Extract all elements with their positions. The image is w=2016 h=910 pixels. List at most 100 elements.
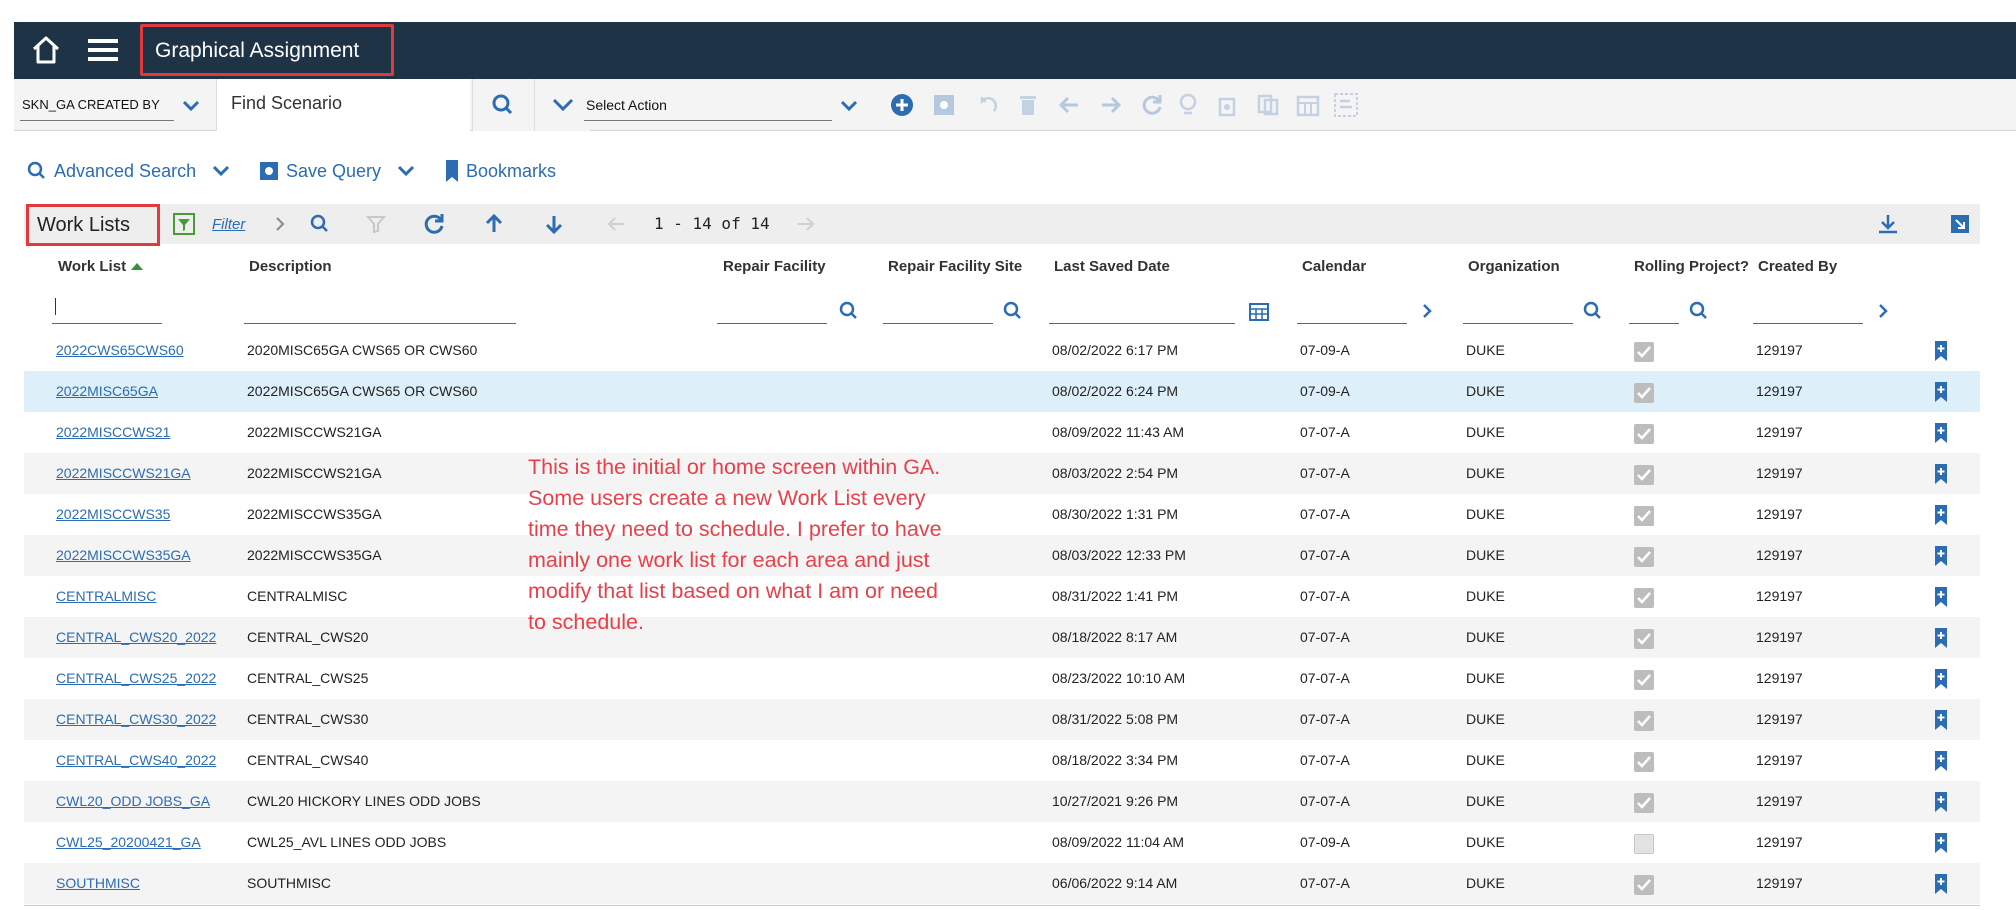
search-icon[interactable] (308, 212, 332, 236)
work-list-link[interactable]: CENTRALMISC (56, 588, 156, 604)
assign-icon[interactable] (1214, 91, 1242, 119)
table-row[interactable]: 2022MISCCWS21 2022MISCCWS21GA 08/09/2022 1… (24, 412, 1980, 453)
bookmarks-button[interactable]: Bookmarks (444, 158, 556, 184)
column-header-repair-facility-site[interactable]: Repair Facility Site (888, 258, 1022, 275)
bookmark-add-icon[interactable] (1934, 463, 1948, 485)
arrow-right-icon[interactable] (1096, 91, 1124, 119)
work-list-link[interactable]: CENTRAL_CWS25_2022 (56, 670, 216, 686)
chevron-right-icon[interactable] (268, 212, 292, 236)
column-header-description[interactable]: Description (249, 258, 332, 275)
created-by-filter-input[interactable] (1753, 296, 1863, 324)
table-row[interactable]: 2022MISCCWS35GA 2022MISCCWS35GA 08/03/2022… (24, 535, 1980, 576)
bookmark-add-icon[interactable] (1934, 422, 1948, 444)
home-icon[interactable] (28, 32, 64, 68)
table-row[interactable]: 2022MISCCWS35 2022MISCCWS35GA 08/30/2022 1… (24, 494, 1980, 535)
refresh-icon[interactable] (422, 212, 446, 236)
repair-facility-site-filter-input[interactable] (883, 296, 993, 324)
table-row[interactable]: 2022MISC65GA 2022MISC65GA CWS65 OR CWS60 0… (24, 371, 1980, 412)
work-list-link[interactable]: CENTRAL_CWS20_2022 (56, 629, 216, 645)
advanced-search-button[interactable]: Advanced Search (26, 158, 230, 184)
undo-icon[interactable] (974, 91, 1002, 119)
work-list-link[interactable]: 2022MISCCWS35 (56, 506, 170, 522)
chevron-right-icon[interactable] (1414, 298, 1440, 324)
repair-facility-filter-input[interactable] (717, 296, 827, 324)
work-list-link[interactable]: 2022MISCCWS35GA (56, 547, 191, 563)
bookmark-add-icon[interactable] (1934, 791, 1948, 813)
bookmark-add-icon[interactable] (1934, 709, 1948, 731)
rolling-project-filter-input[interactable] (1629, 296, 1679, 324)
chevron-down-icon[interactable] (840, 99, 858, 113)
chevron-down-icon[interactable] (182, 99, 200, 113)
filter-toggle-icon[interactable] (172, 212, 196, 236)
table-row[interactable]: CENTRALMISC CENTRALMISC 08/31/2022 1:41 PM… (24, 576, 1980, 617)
bookmark-add-icon[interactable] (1934, 668, 1948, 690)
hamburger-menu-icon[interactable] (86, 34, 120, 66)
bookmark-add-icon[interactable] (1934, 832, 1948, 854)
add-circle-icon[interactable] (888, 91, 916, 119)
last-saved-date-filter-input[interactable] (1049, 296, 1235, 324)
column-header-repair-facility[interactable]: Repair Facility (723, 258, 826, 275)
save-query-button[interactable]: Save Query (258, 158, 415, 184)
table-row[interactable]: CWL20_ODD JOBS_GA CWL20 HICKORY LINES ODD… (24, 781, 1980, 822)
arrow-down-icon[interactable] (542, 212, 566, 236)
work-list-link[interactable]: 2022MISCCWS21 (56, 424, 170, 440)
organization-filter-input[interactable] (1463, 296, 1573, 324)
bookmark-add-icon[interactable] (1934, 381, 1948, 403)
column-header-created-by[interactable]: Created By (1758, 258, 1837, 275)
clear-filter-icon[interactable] (364, 212, 388, 236)
work-list-link[interactable]: CENTRAL_CWS40_2022 (56, 752, 216, 768)
work-list-link[interactable]: SOUTHMISC (56, 875, 140, 891)
work-list-link[interactable]: CWL25_20200421_GA (56, 834, 201, 850)
bookmark-add-icon[interactable] (1934, 627, 1948, 649)
table-row[interactable]: CENTRAL_CWS30_2022 CENTRAL_CWS30 08/31/202… (24, 699, 1980, 740)
work-list-link[interactable]: 2022MISC65GA (56, 383, 158, 399)
table-row[interactable]: SOUTHMISC SOUTHMISC 06/06/2022 9:14 AM 07-0… (24, 863, 1980, 904)
bookmark-add-icon[interactable] (1934, 586, 1948, 608)
previous-page-icon[interactable] (604, 212, 628, 236)
table-row[interactable]: CENTRAL_CWS20_2022 CENTRAL_CWS20 08/18/202… (24, 617, 1980, 658)
description-filter-input[interactable] (244, 296, 516, 324)
scenario-filter-select[interactable]: SKN_GA CREATED BY (20, 89, 174, 121)
bookmark-add-icon[interactable] (1934, 340, 1948, 362)
bookmark-add-icon[interactable] (1934, 545, 1948, 567)
chevron-right-icon[interactable] (1870, 298, 1896, 324)
search-icon[interactable] (1580, 298, 1606, 324)
column-header-organization[interactable]: Organization (1468, 258, 1560, 275)
table-row[interactable]: CWL25_20200421_GA CWL25_AVL LINES ODD JOB… (24, 822, 1980, 863)
column-header-rolling-project[interactable]: Rolling Project? (1634, 258, 1749, 275)
work-list-filter-input[interactable] (52, 296, 162, 324)
scenario-dropdown-button[interactable] (534, 79, 590, 131)
trash-icon[interactable] (1014, 91, 1042, 119)
table-row[interactable]: CENTRAL_CWS40_2022 CENTRAL_CWS40 08/18/202… (24, 740, 1980, 781)
bookmark-add-icon[interactable] (1934, 873, 1948, 895)
search-icon[interactable] (1000, 298, 1026, 324)
table-row[interactable]: 2022MISCCWS21GA 2022MISCCWS21GA 08/03/2022… (24, 453, 1980, 494)
table-row[interactable]: 2022CWS65CWS60 2020MISC65GA CWS65 OR CWS6… (24, 330, 1980, 371)
work-list-link[interactable]: CENTRAL_CWS30_2022 (56, 711, 216, 727)
work-list-link[interactable]: 2022MISCCWS21GA (56, 465, 191, 481)
select-action-dropdown[interactable]: Select Action (584, 89, 832, 121)
column-header-calendar[interactable]: Calendar (1302, 258, 1366, 275)
search-icon[interactable] (836, 298, 862, 324)
search-icon[interactable] (1686, 298, 1712, 324)
table-row[interactable]: CENTRAL_CWS25_2022 CENTRAL_CWS25 08/23/202… (24, 658, 1980, 699)
find-scenario-input[interactable]: Find Scenario (216, 79, 470, 131)
download-icon[interactable] (1876, 212, 1900, 236)
open-scenario-icon[interactable] (930, 91, 958, 119)
collapse-panel-icon[interactable] (1948, 212, 1972, 236)
arrow-left-icon[interactable] (1056, 91, 1084, 119)
search-scenario-button[interactable] (472, 79, 534, 131)
filter-link[interactable]: Filter (212, 216, 245, 233)
work-list-link[interactable]: 2022CWS65CWS60 (56, 342, 184, 358)
work-list-link[interactable]: CWL20_ODD JOBS_GA (56, 793, 210, 809)
refresh-icon[interactable] (1138, 91, 1166, 119)
schedule-icon[interactable] (1174, 91, 1202, 119)
copy-icon[interactable] (1254, 91, 1282, 119)
bookmark-add-icon[interactable] (1934, 504, 1948, 526)
column-header-last-saved-date[interactable]: Last Saved Date (1054, 258, 1170, 275)
bookmark-add-icon[interactable] (1934, 750, 1948, 772)
next-page-icon[interactable] (794, 212, 818, 236)
gantt-icon[interactable] (1332, 91, 1360, 119)
arrow-up-icon[interactable] (482, 212, 506, 236)
calendar-icon[interactable] (1246, 298, 1272, 324)
